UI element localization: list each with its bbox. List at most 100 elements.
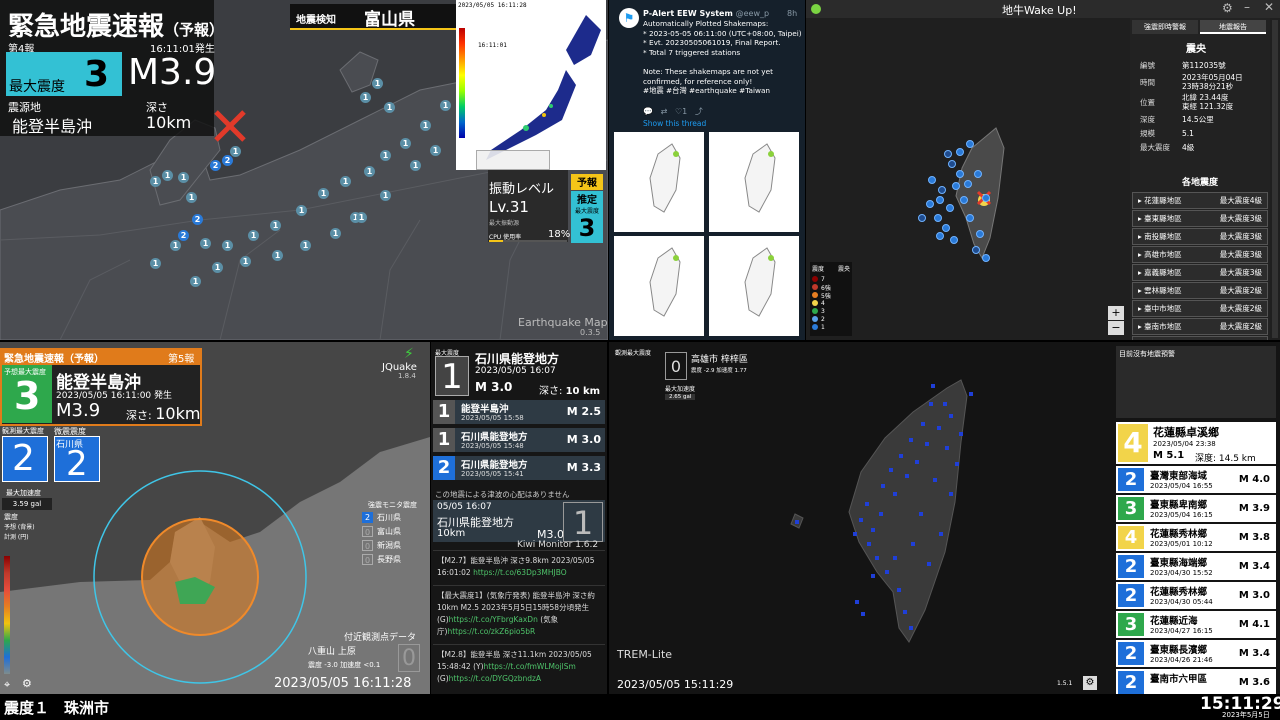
report-item[interactable]: 3 臺東縣卑南鄉 2023/05/04 16:15 M 3.9 bbox=[1116, 495, 1276, 522]
detect-pref: 富山県 bbox=[364, 10, 415, 30]
kmoni-japan bbox=[486, 15, 601, 160]
minimize-icon[interactable]: – bbox=[1244, 0, 1250, 14]
report-item[interactable]: 3 花蓮縣近海 2023/04/27 16:15 M 4.1 bbox=[1116, 611, 1276, 638]
share-icon[interactable]: ⤴ bbox=[695, 107, 703, 116]
tweet-body: Automatically Plotted Shakemaps: * 2023-… bbox=[643, 19, 802, 96]
station-marker: 2 bbox=[210, 160, 221, 171]
station-dot bbox=[909, 626, 913, 630]
top-report-place: 花蓮縣卓溪鄉 bbox=[1153, 426, 1219, 439]
map-version: 0.3.5 bbox=[580, 328, 601, 337]
station-dot bbox=[964, 180, 972, 188]
tweet-item: 【M2.8】能登半島 深さ11.1km 2023/05/05 15:48:42 … bbox=[433, 644, 605, 689]
tweet-link[interactable]: https://t.co/zkZ6pio5bR bbox=[447, 627, 535, 636]
zoom-out-button[interactable]: − bbox=[1108, 321, 1124, 335]
quake-row[interactable]: 1 石川県能登地方 2023/05/05 15:48 M 3.0 bbox=[433, 428, 605, 452]
top-int: 1 bbox=[435, 356, 469, 397]
reply-icon[interactable]: 💬 bbox=[643, 107, 653, 116]
region-row[interactable]: ▸ 臺東縣地區 最大震度3級 bbox=[1132, 210, 1268, 227]
gear-icon[interactable]: ⚙ bbox=[22, 677, 32, 690]
tab-eew[interactable]: 強震即時警報 bbox=[1132, 20, 1198, 34]
region-row[interactable]: ▸ 南投縣地區 最大震度3級 bbox=[1132, 228, 1268, 245]
region-value: 最大震度3級 bbox=[1219, 214, 1262, 223]
locate-icon[interactable]: ⌖ bbox=[4, 678, 10, 692]
legend-title: 震度 bbox=[812, 266, 825, 273]
region-row[interactable]: ▸ 臺中市地區 最大震度2級 bbox=[1132, 300, 1268, 317]
pref-int: 0 bbox=[362, 553, 373, 565]
kmoni-scale bbox=[459, 28, 465, 138]
quake-row[interactable]: 1 能登半島沖 2023/05/05 15:58 M 2.5 bbox=[433, 400, 605, 424]
region-name: ▸ 南投縣地區 bbox=[1138, 232, 1182, 241]
legend-label: 5強 bbox=[821, 292, 831, 300]
region-name: ▸ 嘉義市地區 bbox=[1138, 339, 1182, 340]
quake-mag: M 3.0 bbox=[566, 433, 601, 446]
station-dot bbox=[893, 492, 897, 496]
zoom-in-button[interactable]: + bbox=[1108, 306, 1124, 320]
info-row: 最大震度 4級 bbox=[1130, 140, 1270, 154]
quake-place: 能登半島沖 bbox=[461, 404, 509, 415]
scale-sub2: 計測 (円) bbox=[4, 534, 29, 541]
pref-row: 0 富山県 bbox=[362, 524, 428, 538]
tweet-account-name: P-Alert EEW System bbox=[643, 9, 733, 18]
info-key: 深度 bbox=[1140, 114, 1155, 124]
station-dot bbox=[911, 542, 915, 546]
region-row[interactable]: ▸ 高雄市地區 最大震度3級 bbox=[1132, 246, 1268, 263]
station-dot bbox=[974, 170, 982, 178]
report-place: 臺東縣卑南鄉 bbox=[1150, 500, 1208, 511]
settings-icon[interactable]: ⚙ bbox=[1222, 1, 1233, 15]
station-dot bbox=[918, 214, 926, 222]
close-icon[interactable]: ✕ bbox=[1264, 0, 1274, 14]
pga-value: 2.65 gal bbox=[665, 394, 696, 400]
report-item[interactable]: 2 花蓮縣秀林鄉 2023/04/30 05:44 M 3.0 bbox=[1116, 582, 1276, 609]
legend-header: 震度 震央 bbox=[812, 264, 850, 273]
settings-icon[interactable]: ⚙ bbox=[1083, 676, 1097, 690]
tab-report[interactable]: 地震報告 bbox=[1200, 20, 1266, 34]
depth-label: 深さ: bbox=[126, 409, 152, 422]
station-dot bbox=[976, 230, 984, 238]
pref-row: 0 長野県 bbox=[362, 552, 428, 566]
station-marker: 2 bbox=[178, 230, 189, 241]
region-row[interactable]: ▸ 嘉義縣地區 最大震度3級 bbox=[1132, 264, 1268, 281]
obs-top-vals: 震度 -2.9 加速度 1.77 bbox=[691, 368, 747, 374]
quake-mag: M 3.3 bbox=[566, 461, 601, 474]
tweet-link[interactable]: https://t.co/fmWLMojlSm bbox=[484, 662, 576, 671]
station-dot bbox=[867, 542, 871, 546]
station-dot bbox=[871, 528, 875, 532]
tsunami-note: この地震による津波の心配はありません bbox=[435, 490, 570, 499]
legend-swatch bbox=[812, 284, 818, 290]
tweet-link[interactable]: https://t.co/DYGQzbndzA bbox=[449, 674, 541, 683]
report-date: 2023/04/30 05:44 bbox=[1150, 598, 1213, 606]
region-row[interactable]: ▸ 雲林縣地區 最大震度2級 bbox=[1132, 282, 1268, 299]
report-int: 4 bbox=[1118, 526, 1144, 549]
quake-date: 2023/05/05 15:41 bbox=[461, 470, 524, 478]
report-item[interactable]: 2 臺東縣海端鄉 2023/04/30 15:52 M 3.4 bbox=[1116, 553, 1276, 580]
estimate-badge: 推定 最大震度 3 bbox=[571, 191, 603, 243]
report-item[interactable]: 2 臺東縣長濱鄉 2023/04/26 21:46 M 3.4 bbox=[1116, 640, 1276, 667]
tweet-account[interactable]: P-Alert EEW System @eew_p bbox=[643, 9, 769, 18]
report-item[interactable]: 4 花蓮縣秀林鄉 2023/05/01 10:12 M 3.8 bbox=[1116, 524, 1276, 551]
estimate-value: 3 bbox=[578, 214, 596, 242]
quake-int: 1 bbox=[433, 428, 455, 452]
station-dot bbox=[956, 148, 964, 156]
shakemap-image bbox=[709, 236, 799, 336]
report-place: 花蓮縣秀林鄉 bbox=[1150, 529, 1208, 540]
station-dot bbox=[915, 460, 919, 464]
station-marker: 1 bbox=[248, 230, 259, 241]
quake-row[interactable]: 2 石川県能登地方 2023/05/05 15:41 M 3.3 bbox=[433, 456, 605, 480]
legend-swatch bbox=[812, 276, 818, 282]
report-date: 2023/05/04 16:55 bbox=[1150, 482, 1213, 490]
retweet-icon[interactable]: ⇄ bbox=[661, 107, 668, 116]
region-row[interactable]: ▸ 臺南市地區 最大震度2級 bbox=[1132, 318, 1268, 335]
nearby-vals: 震度 -3.0 加速度 <0.1 bbox=[308, 661, 381, 669]
tweet-link[interactable]: https://t.co/YFbrgKaxDn bbox=[449, 615, 538, 624]
report-item[interactable]: 2 臺南市六甲區 M 3.6 bbox=[1116, 669, 1276, 694]
scrollbar[interactable] bbox=[1272, 20, 1278, 338]
report-item[interactable]: 2 臺灣東部海域 2023/05/04 16:55 M 4.0 bbox=[1116, 466, 1276, 493]
top-report-mag: M 5.1 bbox=[1153, 450, 1185, 461]
region-row[interactable]: ▸ 嘉義市地區 最大震度1級 bbox=[1132, 336, 1268, 340]
region-row[interactable]: ▸ 花蓮縣地區 最大震度4級 bbox=[1132, 192, 1268, 209]
station-marker: 1 bbox=[296, 205, 307, 216]
forecast-badge: 予報 bbox=[571, 174, 603, 190]
tweet-link[interactable]: https://t.co/63Dp3MHJBO bbox=[473, 568, 567, 577]
report-mag: M 3.4 bbox=[1238, 648, 1270, 659]
show-thread-link[interactable]: Show this thread bbox=[643, 119, 706, 128]
